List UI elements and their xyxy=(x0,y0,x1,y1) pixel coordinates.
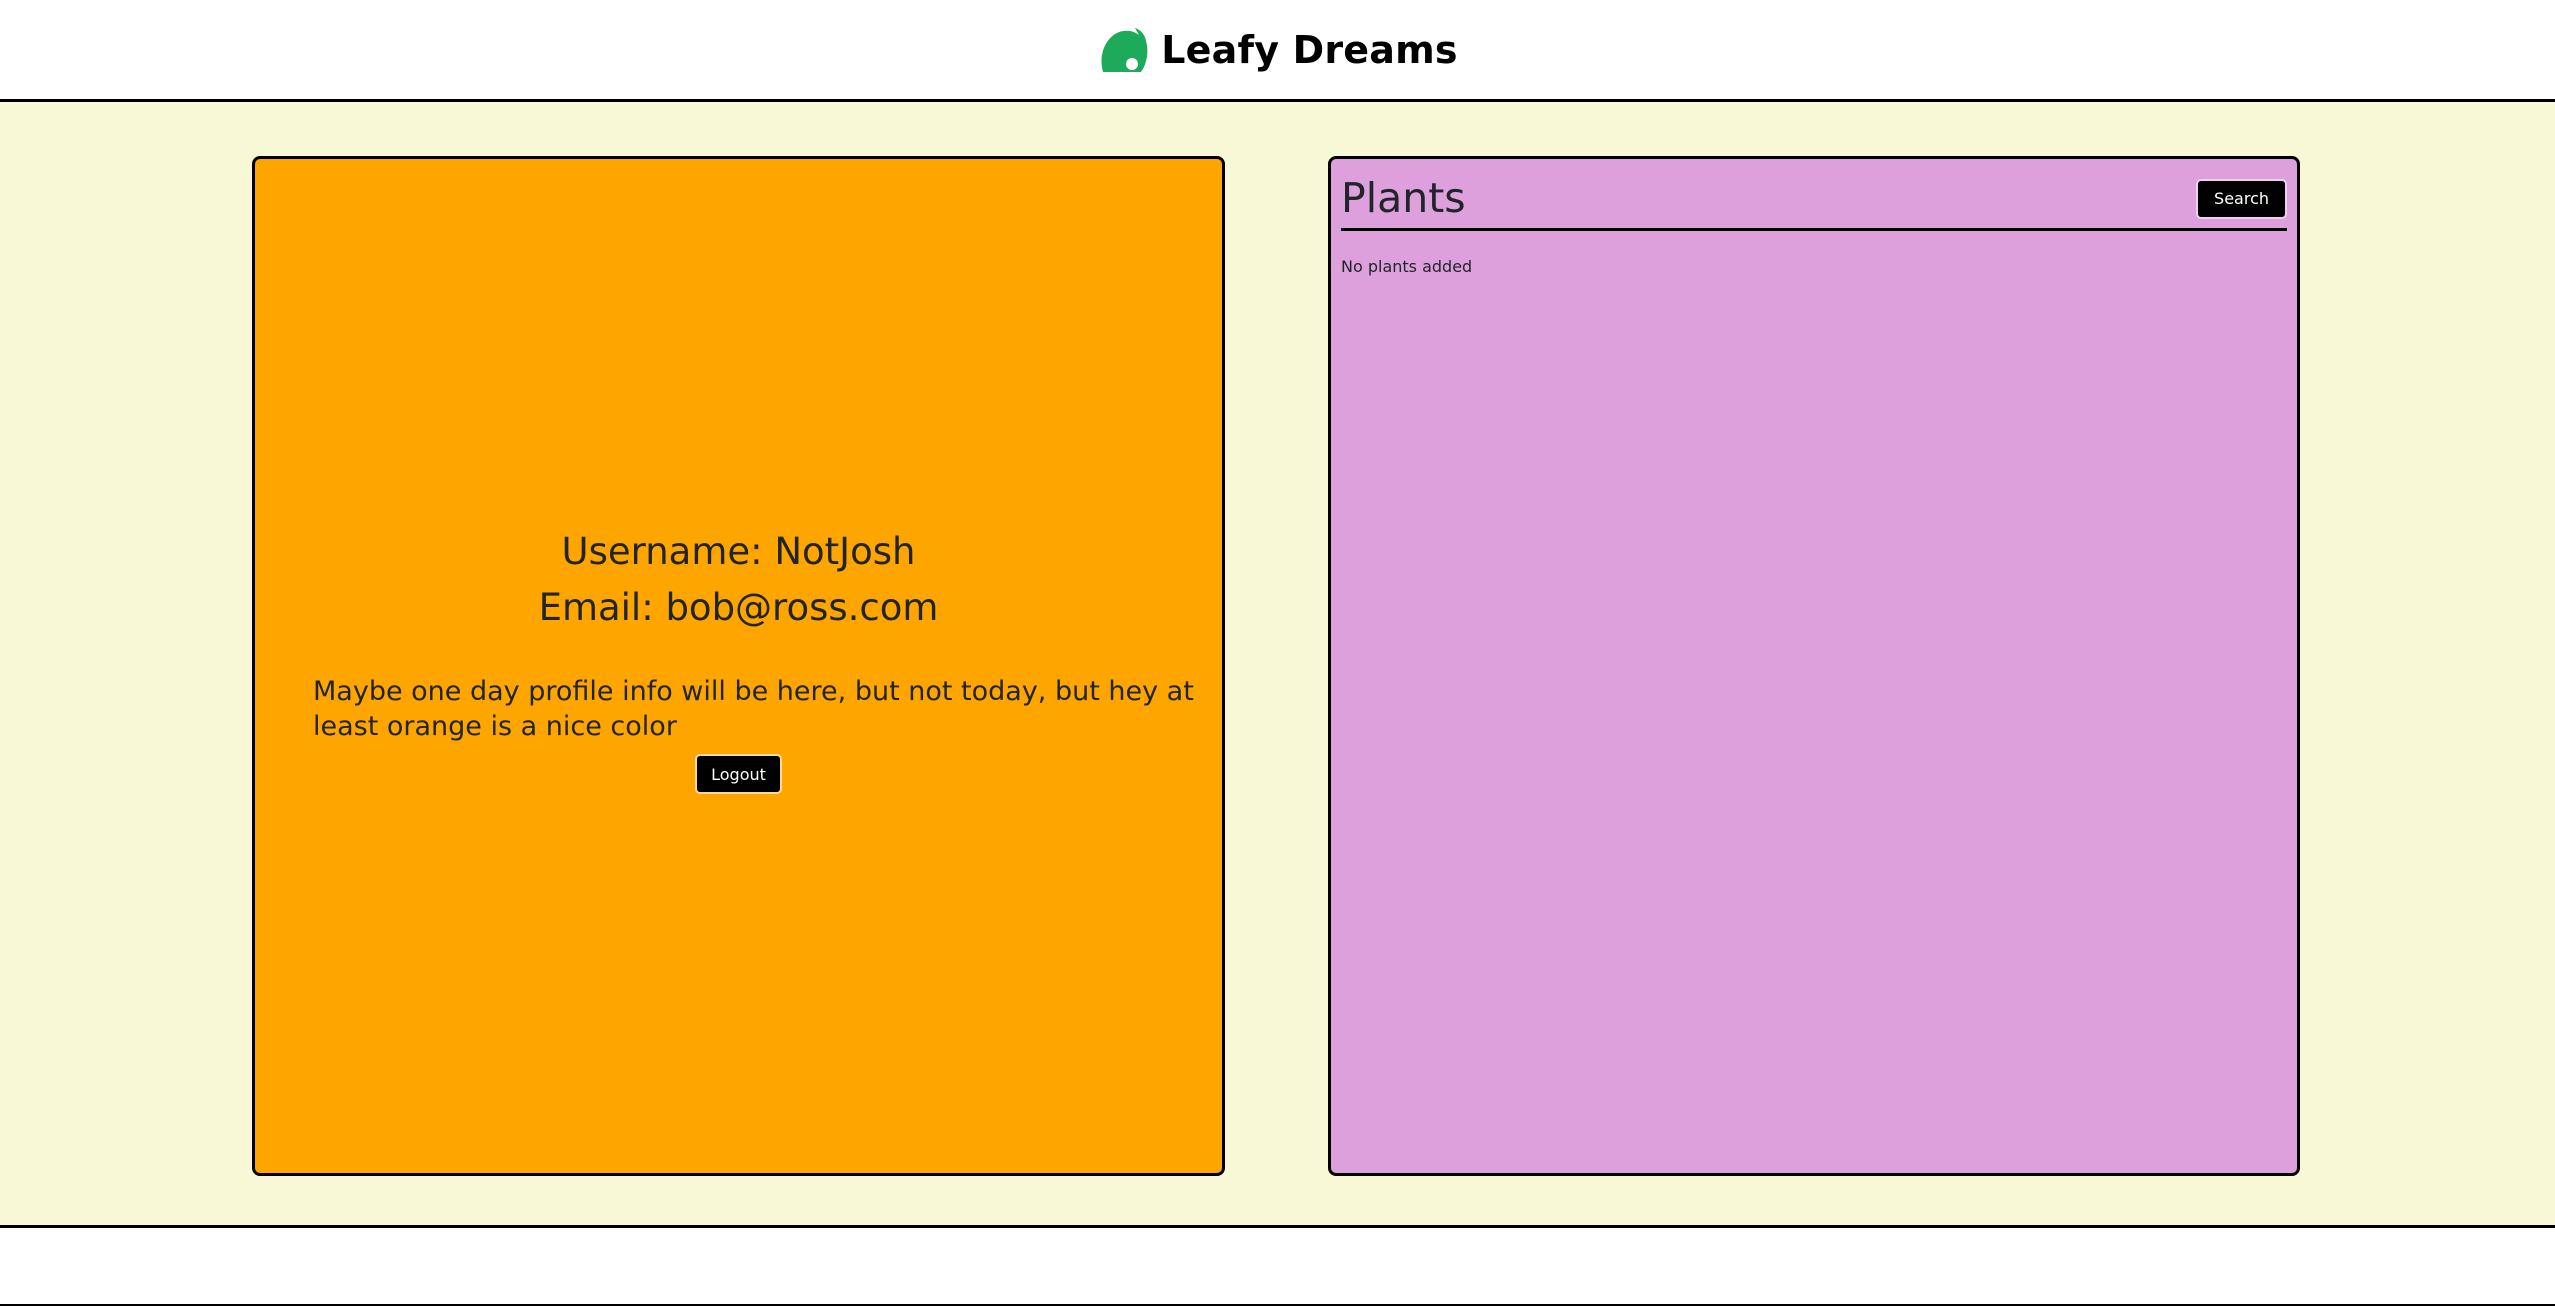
plants-header: Plants Search xyxy=(1341,159,2287,231)
plants-empty-message: No plants added xyxy=(1341,257,1473,276)
app-header: Leafy Dreams xyxy=(0,0,2555,102)
plants-title: Plants xyxy=(1341,173,1466,222)
search-button[interactable]: Search xyxy=(2196,178,2287,219)
plants-card: Plants Search No plants added xyxy=(1328,156,2300,1176)
logout-button[interactable]: Logout xyxy=(695,754,782,794)
profile-card: Username: NotJosh Email: bob@ross.com Ma… xyxy=(252,156,1225,1176)
footer xyxy=(0,1225,2555,1306)
app-title: Leafy Dreams xyxy=(1161,27,1458,72)
leaf-icon xyxy=(1101,27,1148,72)
username-text: Username: NotJosh xyxy=(561,530,916,573)
main-content: Username: NotJosh Email: bob@ross.com Ma… xyxy=(0,102,2555,1228)
profile-info: Username: NotJosh Email: bob@ross.com Ma… xyxy=(255,524,1222,794)
profile-note: Maybe one day profile info will be here,… xyxy=(313,676,1194,742)
brand[interactable]: Leafy Dreams xyxy=(1097,26,1458,74)
email-text: Email: bob@ross.com xyxy=(538,586,939,629)
